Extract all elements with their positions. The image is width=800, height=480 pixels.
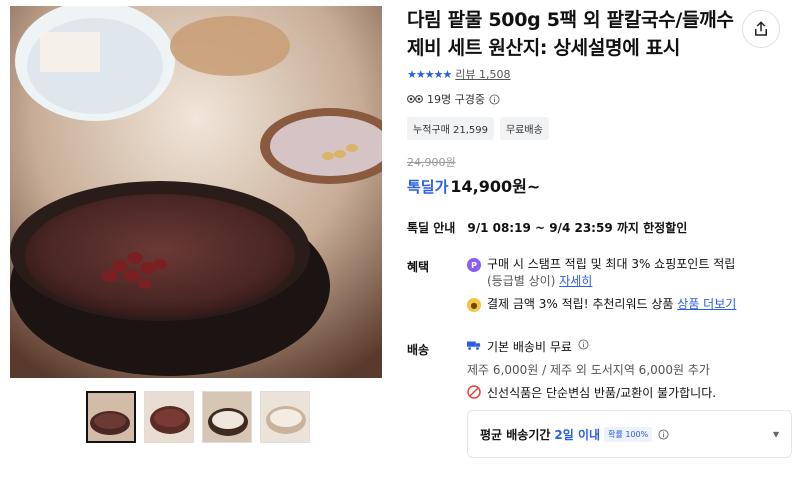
delivery-period-card[interactable]: 평균 배송기간 2일 이내 확률 100% ▾ xyxy=(467,410,792,458)
more-products-link[interactable]: 상품 더보기 xyxy=(677,297,736,311)
shipping-warning-text: 신선식품은 단순변심 반품/교환이 불가합니다. xyxy=(487,386,717,400)
thumbnail-photo xyxy=(88,393,134,441)
benefits-body: P 구매 시 스탬프 적립 및 최대 3% 쇼핑포인트 적립 (등급별 상이) … xyxy=(467,256,792,319)
red-bean-soup-photo xyxy=(10,6,382,378)
prohibited-icon xyxy=(467,385,481,399)
thumbnail-4[interactable] xyxy=(260,391,310,443)
review-link[interactable]: 리뷰 1,508 xyxy=(455,66,510,82)
benefits-section: 혜택 P 구매 시 스탬프 적립 및 최대 3% 쇼핑포인트 적립 (등급별 상… xyxy=(407,256,792,319)
delivery-probability-badge: 확률 100% xyxy=(604,426,653,442)
shipping-line: 기본 배송비 무료 xyxy=(467,339,792,356)
star-rating: ★★★★★ xyxy=(407,67,452,81)
product-info: 다림 팥물 500g 5팩 외 팥칼국수/들깨수제비 세트 원산지: 상세설명에… xyxy=(407,6,792,458)
benefit-point-text: 구매 시 스탬프 적립 및 최대 3% 쇼핑포인트 적립 xyxy=(487,257,736,271)
chevron-down-icon: ▾ xyxy=(772,427,779,441)
product-title: 다림 팥물 500g 5팩 외 팥칼국수/들깨수제비 세트 원산지: 상세설명에… xyxy=(407,9,734,59)
thumbnail-photo xyxy=(203,392,251,442)
benefits-label: 혜택 xyxy=(407,260,430,274)
original-price: 24,900원 xyxy=(407,156,456,169)
main-product-image[interactable] xyxy=(10,6,382,378)
badges: 누적구매 21,599 무료배송 xyxy=(407,117,792,140)
info-icon[interactable] xyxy=(489,93,500,105)
reward-icon: ● xyxy=(467,298,481,312)
rating-row: ★★★★★ 리뷰 1,508 xyxy=(407,66,792,82)
viewers-count: 19명 구경중 xyxy=(427,93,485,106)
shipping-extra-text: 제주 6,000원 / 제주 외 도서지역 6,000원 추가 xyxy=(467,363,710,377)
delivery-period-days: 2일 이내 xyxy=(554,427,601,442)
thumbnail-photo xyxy=(145,392,193,442)
shipping-section: 배송 기본 배송비 무료 제주 6,000원 / 제주 외 도서지역 6,000… xyxy=(407,339,792,458)
benefit-reward-text: 결제 금액 3% 적립! 추천리워드 상품 xyxy=(487,297,674,311)
info-icon[interactable] xyxy=(578,339,589,350)
shipping-body: 기본 배송비 무료 제주 6,000원 / 제주 외 도서지역 6,000원 추… xyxy=(467,339,792,458)
shipping-label: 배송 xyxy=(407,343,430,357)
purchase-count-badge: 누적구매 21,599 xyxy=(407,117,494,140)
benefit-grade-note: (등급별 상이) xyxy=(487,274,556,288)
share-button[interactable] xyxy=(742,10,780,48)
shipping-warning-line: 신선식품은 단순변심 반품/교환이 불가합니다. xyxy=(467,385,792,402)
shipping-extra-line: 제주 6,000원 / 제주 외 도서지역 6,000원 추가 xyxy=(467,362,792,379)
thumbnail-1[interactable] xyxy=(86,391,136,443)
product-gallery xyxy=(10,6,382,443)
price-label: 톡딜가 xyxy=(407,178,449,196)
deal-info-text: 9/1 08:19 ~ 9/4 23:59 까지 한정할인 xyxy=(467,221,688,235)
thumbnail-2[interactable] xyxy=(144,391,194,443)
free-shipping-badge: 무료배송 xyxy=(499,117,549,140)
viewers-row: 19명 구경중 xyxy=(407,91,792,107)
sale-price: 14,900원~ xyxy=(450,177,541,196)
eye-icon xyxy=(407,95,423,103)
shipping-fee-text: 기본 배송비 무료 xyxy=(487,340,572,354)
truck-icon xyxy=(467,341,481,350)
benefit-detail-link[interactable]: 자세히 xyxy=(559,274,592,288)
point-icon: P xyxy=(467,258,481,272)
deal-info: 톡딜 안내 9/1 08:19 ~ 9/4 23:59 까지 한정할인 xyxy=(407,219,792,236)
deal-info-label: 톡딜 안내 xyxy=(407,221,456,235)
thumbnail-3[interactable] xyxy=(202,391,252,443)
thumbnail-strip xyxy=(86,391,382,443)
price-row: 톡딜가 14,900원~ xyxy=(407,173,792,197)
benefit-line: ● 결제 금액 3% 적립! 추천리워드 상품 상품 더보기 xyxy=(467,296,792,313)
share-icon xyxy=(755,21,767,36)
benefit-line: P 구매 시 스탬프 적립 및 최대 3% 쇼핑포인트 적립 (등급별 상이) … xyxy=(467,256,792,290)
delivery-period-label: 평균 배송기간 xyxy=(480,427,551,442)
info-icon[interactable] xyxy=(658,428,669,440)
thumbnail-photo xyxy=(261,392,309,442)
